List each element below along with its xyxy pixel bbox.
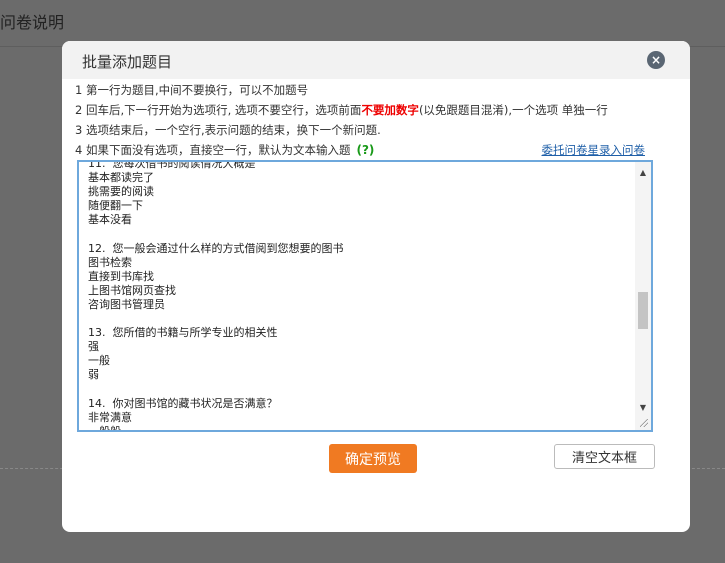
instruction-warning-text: 不要加数字 [361, 103, 419, 117]
scrollbar-thumb[interactable] [638, 292, 648, 329]
scroll-up-arrow-icon[interactable]: ▲ [635, 165, 651, 179]
instruction-line-2-text: 2 回车后,下一行开始为选项行, 选项不要空行，选项前面 [75, 103, 362, 117]
resize-grip-icon[interactable] [635, 414, 651, 430]
textarea-scrollbar[interactable]: ▲ ▼ [635, 162, 651, 418]
instruction-line-2-tail: (以免跟题目混淆),一个选项 单独一行 [418, 103, 608, 117]
dialog-header: 批量添加题目 × [62, 41, 690, 79]
scroll-down-arrow-icon[interactable]: ▼ [635, 400, 651, 414]
clear-textarea-button[interactable]: 清空文本框 [554, 444, 655, 469]
instruction-line-4: 4 如果下面没有选项，直接空一行，默认为文本输入题 (?) [75, 142, 374, 158]
textarea-content: 11. 您每次借书的阅读情况大概是 基本都读完了 挑需要的阅读 随便翻一下 基本… [88, 162, 344, 430]
help-icon[interactable]: (?) [356, 143, 374, 157]
confirm-preview-button[interactable]: 确定预览 [329, 444, 417, 473]
close-icon[interactable]: × [647, 51, 665, 69]
instruction-line-3: 3 选项结束后，一个空行,表示问题的结束，换下一个新问题. [75, 123, 381, 137]
instruction-line-1: 1 第一行为题目,中间不要换行，可以不加题号 [75, 83, 309, 97]
instruction-line-4-text: 4 如果下面没有选项，直接空一行，默认为文本输入题 [75, 143, 351, 157]
background-page-title: 问卷说明 [0, 13, 65, 32]
questions-textarea[interactable]: 11. 您每次借书的阅读情况大概是 基本都读完了 挑需要的阅读 随便翻一下 基本… [77, 160, 653, 432]
instruction-line-2: 2 回车后,下一行开始为选项行, 选项不要空行，选项前面不要加数字(以免跟题目混… [75, 102, 608, 118]
batch-add-questions-dialog: 批量添加题目 × 1 第一行为题目,中间不要换行，可以不加题号 2 回车后,下一… [62, 41, 690, 532]
textarea-viewport: 11. 您每次借书的阅读情况大概是 基本都读完了 挑需要的阅读 随便翻一下 基本… [79, 162, 637, 430]
entrust-entry-link[interactable]: 委托问卷星录入问卷 [542, 142, 646, 158]
dialog-title: 批量添加题目 [82, 53, 173, 71]
